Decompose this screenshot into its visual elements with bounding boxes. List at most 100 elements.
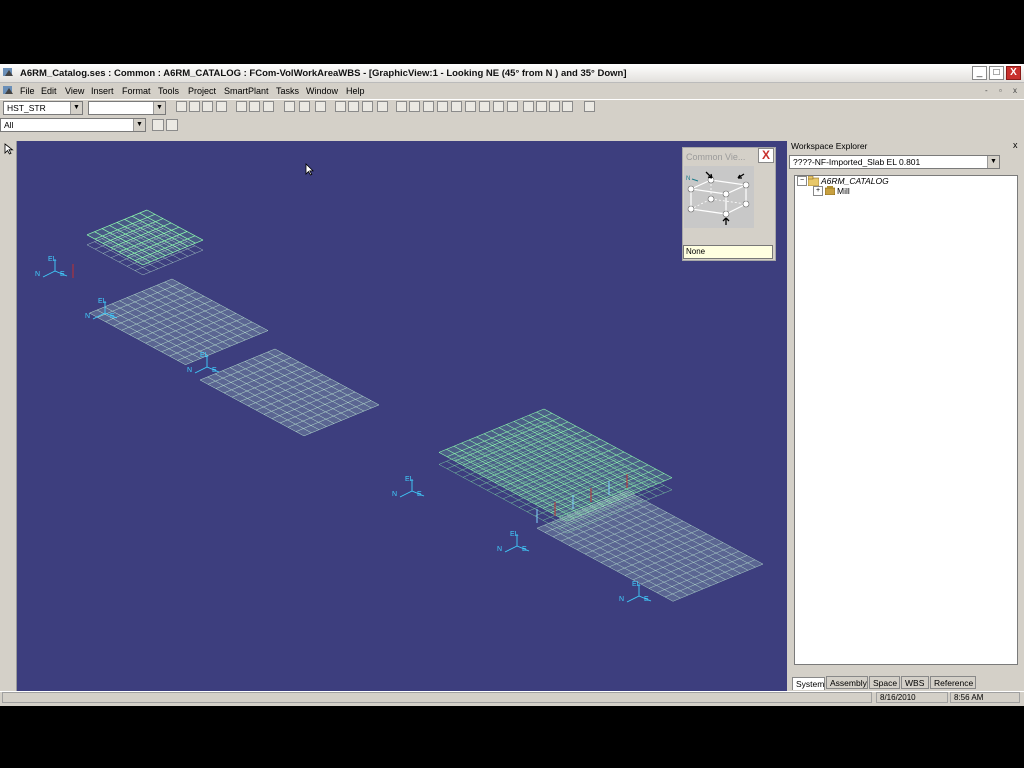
save-icon[interactable] — [202, 101, 213, 112]
undo-icon[interactable] — [284, 101, 295, 112]
close-button[interactable]: X — [1006, 66, 1021, 80]
menu-format[interactable]: Format — [122, 86, 151, 96]
minimize-button[interactable]: _ — [972, 66, 987, 80]
document-icon[interactable] — [2, 84, 15, 97]
chevron-down-icon[interactable]: ▼ — [153, 102, 165, 114]
view-e-icon[interactable] — [451, 101, 462, 112]
tree-expander-mill[interactable]: + — [813, 186, 823, 196]
mdi-minimize-button[interactable]: - — [985, 86, 988, 95]
tab-wbs[interactable]: WBS — [901, 676, 929, 689]
menu-smartplant[interactable]: SmartPlant — [224, 86, 269, 96]
axes-c3-north-axis — [626, 595, 640, 603]
system-folder-icon — [825, 186, 835, 195]
axes-a-east-label: E — [60, 271, 65, 278]
rotate-icon[interactable] — [362, 101, 373, 112]
axes-b-east-label: E — [110, 313, 115, 320]
axes-c3-north-label: N — [619, 596, 624, 603]
menu-tools[interactable]: Tools — [158, 86, 179, 96]
axes-c3-east-label: E — [644, 596, 649, 603]
axes-c3-el-label: EL — [632, 581, 641, 588]
copy-icon[interactable] — [249, 101, 260, 112]
view-a-icon[interactable] — [396, 101, 407, 112]
chevron-down-icon[interactable]: ▼ — [70, 102, 82, 114]
tab-reference[interactable]: Reference — [930, 676, 976, 689]
tab-assembly[interactable]: Assembly — [826, 676, 868, 689]
axes-b-el-label: EL — [98, 298, 107, 305]
menu-insert[interactable]: Insert — [91, 86, 114, 96]
chevron-down-icon[interactable]: ▼ — [987, 156, 999, 168]
move-icon[interactable] — [348, 101, 359, 112]
view-cube-icon[interactable]: N — [684, 166, 754, 228]
mdi-restore-button[interactable]: ▫ — [999, 86, 1002, 95]
paste-icon[interactable] — [263, 101, 274, 112]
axes-c2-north-label: N — [497, 546, 502, 553]
delete-icon[interactable] — [315, 101, 326, 112]
print-icon[interactable] — [216, 101, 227, 112]
pan-icon[interactable] — [562, 101, 573, 112]
tab-system[interactable]: System — [792, 677, 825, 690]
graphic-view[interactable]: N E EL N E EL N E EL N E EL N E EL N E EL — [17, 141, 787, 691]
select-arrow-icon[interactable] — [4, 143, 14, 155]
locate-filter-value: All — [4, 120, 14, 130]
workspace-explorer-close-button[interactable]: x — [1013, 140, 1018, 150]
open-icon[interactable] — [189, 101, 200, 112]
new-icon[interactable] — [176, 101, 187, 112]
cut-icon[interactable] — [236, 101, 247, 112]
left-tool-strip — [0, 141, 17, 691]
menu-edit[interactable]: Edit — [41, 86, 57, 96]
north-indicator: N — [686, 176, 690, 182]
view-g-icon[interactable] — [479, 101, 490, 112]
workspace-explorer-title: Workspace Explorer — [791, 141, 868, 151]
tree-expander-root[interactable]: − — [797, 176, 807, 186]
help-icon[interactable] — [584, 101, 595, 112]
secondary-select[interactable]: ▼ — [88, 101, 166, 115]
zoom-area-icon[interactable] — [536, 101, 547, 112]
tab-space[interactable]: Space — [869, 676, 900, 689]
select-icon[interactable] — [335, 101, 346, 112]
axes-a-north-axis — [42, 270, 56, 278]
dropdown-icon[interactable] — [507, 101, 518, 112]
menu-project[interactable]: Project — [188, 86, 216, 96]
common-views-close-button[interactable]: X — [758, 148, 774, 163]
axes-c-el-label: EL — [405, 476, 414, 483]
status-date: 8/16/2010 — [876, 692, 948, 703]
menu-window[interactable]: Window — [306, 86, 338, 96]
pencil-icon[interactable] — [377, 101, 388, 112]
view-h-icon[interactable] — [493, 101, 504, 112]
view-c-icon[interactable] — [423, 101, 434, 112]
view-d-icon[interactable] — [437, 101, 448, 112]
redo-icon[interactable] — [299, 101, 310, 112]
tree-item-catalog[interactable]: A6RM_CATALOG — [821, 176, 889, 186]
menu-view[interactable]: View — [65, 86, 84, 96]
chevron-down-icon[interactable]: ▼ — [133, 119, 145, 131]
permission-group-value: HST_STR — [7, 103, 46, 113]
permission-group-select[interactable]: HST_STR ▼ — [3, 101, 83, 115]
status-message — [2, 692, 872, 703]
view-b-icon[interactable] — [409, 101, 420, 112]
view-f-icon[interactable] — [465, 101, 476, 112]
menu-help[interactable]: Help — [346, 86, 365, 96]
filter-properties-icon[interactable] — [152, 119, 164, 131]
model-scene[interactable]: N E EL N E EL N E EL N E EL N E EL N E EL — [17, 141, 787, 691]
workspace-tree[interactable] — [794, 175, 1018, 665]
menu-file[interactable]: File — [20, 86, 35, 96]
axes-b2-el-label: EL — [200, 352, 209, 359]
mouse-cursor-icon — [305, 163, 314, 176]
app-icon[interactable] — [2, 66, 16, 79]
common-views-title: Common Vie... — [686, 152, 746, 162]
tree-item-mill[interactable]: Mill — [837, 186, 850, 196]
workspace-filter-select[interactable]: ????-NF-Imported_Slab EL 0.801 ▼ — [789, 155, 1000, 169]
axes-c2-east-label: E — [522, 546, 527, 553]
locate-filter-select[interactable]: All ▼ — [0, 118, 146, 132]
axes-c2-north-axis — [504, 545, 518, 553]
menu-bar — [0, 83, 1024, 99]
maximize-button[interactable]: □ — [989, 66, 1004, 80]
fit-icon[interactable] — [549, 101, 560, 112]
filter-settings-icon[interactable] — [166, 119, 178, 131]
axes-c-north-label: N — [392, 491, 397, 498]
axes-b2-east-label: E — [212, 367, 217, 374]
axes-b2-north-label: N — [187, 367, 192, 374]
mdi-close-button[interactable]: x — [1013, 86, 1017, 95]
zoom-icon[interactable] — [523, 101, 534, 112]
menu-tasks[interactable]: Tasks — [276, 86, 299, 96]
